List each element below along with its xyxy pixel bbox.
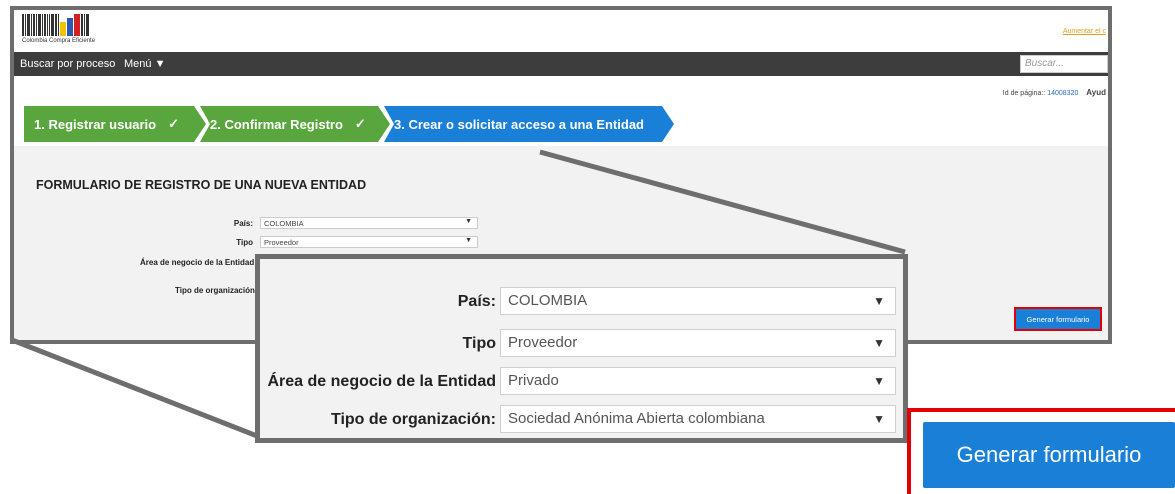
top-header: Colombia Compra Eficiente Aumentar el c	[14, 10, 1108, 52]
help-link[interactable]: Ayud	[1086, 88, 1106, 97]
chevron-down-icon: ▼	[873, 374, 885, 388]
zoom-type-value: Proveedor	[508, 334, 578, 351]
country-select[interactable]: COLOMBIA ▼	[260, 217, 478, 229]
chevron-down-icon: ▼	[465, 237, 472, 244]
zoom-row-organization-type: Tipo de organización: Sociedad Anónima A…	[260, 405, 903, 437]
page-id: Id de página:: 14008320 Ayud	[1003, 88, 1106, 97]
organization-type-label: Tipo de organización:	[175, 286, 258, 295]
navbar: Buscar por proceso Menú ▼ Buscar...	[14, 52, 1108, 76]
generate-form-button[interactable]: Generar formulario	[1014, 307, 1102, 331]
chevron-down-icon: ▼	[873, 412, 885, 426]
business-area-label: Área de negocio de la Entidad	[140, 258, 255, 267]
zoomed-form-callout: País: COLOMBIA ▼ Tipo Proveedor ▼ Área d…	[255, 254, 908, 443]
zoom-type-label: Tipo	[462, 335, 496, 352]
nav-search-by-process[interactable]: Buscar por proceso	[20, 58, 115, 70]
zoomed-button-callout: Generar formulario	[907, 408, 1175, 494]
zoom-generate-form-button[interactable]: Generar formulario	[923, 422, 1175, 488]
colombia-compra-logo[interactable]: Colombia Compra Eficiente	[22, 14, 112, 46]
step-label: 1. Registrar usuario	[34, 116, 157, 132]
zoom-organization-type-label: Tipo de organización:	[330, 411, 496, 428]
country-value: COLOMBIA	[264, 219, 304, 228]
form-title: FORMULARIO DE REGISTRO DE UNA NUEVA ENTI…	[36, 178, 367, 192]
zoom-business-area-label: Área de negocio de la Entidad	[267, 373, 497, 390]
step-confirm-registration[interactable]: 2. Confirmar Registro ✓	[200, 106, 390, 142]
connector-line-bottom	[11, 337, 258, 439]
zoom-row-type: Tipo Proveedor ▼	[260, 329, 903, 361]
zoom-country-value: COLOMBIA	[508, 292, 588, 309]
zoom-country-label: País:	[457, 293, 496, 310]
step-register-user[interactable]: 1. Registrar usuario ✓	[24, 106, 206, 142]
type-select[interactable]: Proveedor ▼	[260, 236, 478, 248]
increase-text-link[interactable]: Aumentar el c	[1063, 28, 1106, 35]
zoom-business-area-value: Privado	[508, 372, 559, 389]
chevron-down-icon: ▼	[465, 218, 472, 225]
chevron-down-icon: ▼	[873, 294, 885, 308]
page-id-label: Id de página::	[1002, 90, 1046, 97]
zoom-organization-type-select[interactable]: Sociedad Anónima Abierta colombiana ▼	[500, 405, 896, 433]
step-label: 2. Confirmar Registro	[210, 116, 343, 132]
zoom-row-country: País: COLOMBIA ▼	[260, 287, 903, 319]
zoom-organization-type-value: Sociedad Anónima Abierta colombiana	[508, 410, 765, 427]
step-create-entity[interactable]: 3. Crear o solicitar acceso a una Entida…	[384, 106, 674, 142]
zoom-country-select[interactable]: COLOMBIA ▼	[500, 287, 896, 315]
zoom-type-select[interactable]: Proveedor ▼	[500, 329, 896, 357]
check-icon: ✓	[168, 116, 180, 131]
check-icon: ✓	[354, 116, 366, 131]
country-label: País:	[233, 219, 253, 228]
zoom-row-business-area: Área de negocio de la Entidad Privado ▼	[260, 367, 903, 399]
wizard-steps: 1. Registrar usuario ✓ 2. Confirmar Regi…	[24, 106, 724, 142]
nav-menu[interactable]: Menú ▼	[124, 58, 165, 70]
type-value: Proveedor	[264, 238, 299, 247]
step-label: 3. Crear o solicitar acceso a una Entida…	[394, 116, 644, 132]
barcode-logo-icon	[22, 14, 112, 36]
search-input[interactable]: Buscar...	[1020, 55, 1108, 73]
chevron-down-icon: ▼	[873, 336, 885, 350]
page-id-value[interactable]: 14008320	[1047, 90, 1078, 97]
zoom-business-area-select[interactable]: Privado ▼	[500, 367, 896, 395]
type-label: Tipo	[236, 238, 253, 247]
logo-text: Colombia Compra Eficiente	[22, 38, 96, 44]
